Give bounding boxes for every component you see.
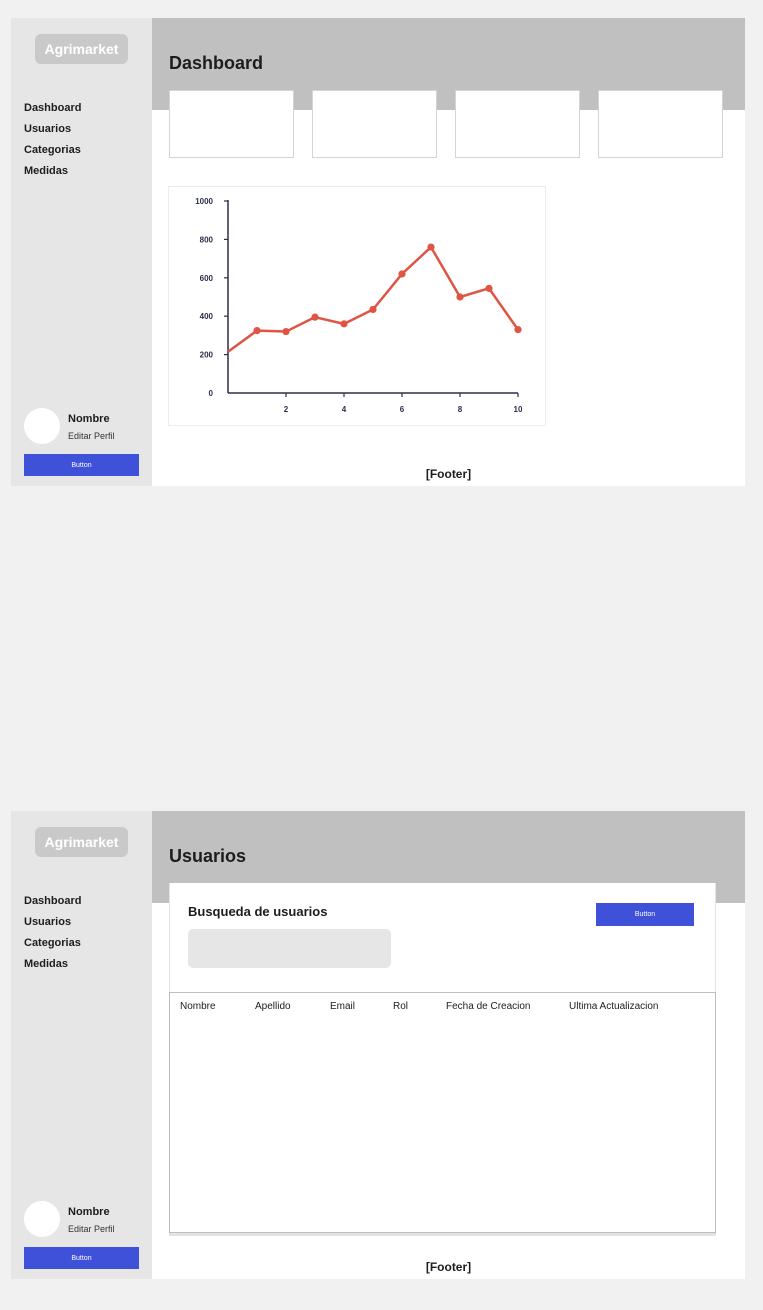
search-title: Busqueda de usuarios bbox=[188, 904, 328, 919]
search-section: Busqueda de usuarios Button bbox=[169, 883, 716, 993]
sidebar-nav: Dashboard Usuarios Categorias Medidas bbox=[24, 894, 81, 978]
avatar[interactable] bbox=[24, 1201, 60, 1237]
data-point[interactable] bbox=[369, 305, 377, 314]
column-header-apellido[interactable]: Apellido bbox=[255, 1001, 291, 1012]
profile-name: Nombre bbox=[68, 1206, 110, 1218]
line-chart: 0 200 400 600 800 1000 2 4 6 8 10 bbox=[195, 197, 523, 414]
x-tick-label: 6 bbox=[400, 405, 405, 414]
x-tick-label: 4 bbox=[342, 405, 347, 414]
y-tick-label: 400 bbox=[200, 312, 214, 321]
action-button[interactable]: Button bbox=[596, 903, 694, 926]
sidebar: Agrimarket Dashboard Usuarios Categorias… bbox=[11, 811, 152, 1279]
line-chart-card: 0 200 400 600 800 1000 2 4 6 8 10 bbox=[168, 186, 546, 426]
footer: [Footer] bbox=[425, 1260, 472, 1274]
y-tick-label: 1000 bbox=[195, 197, 213, 206]
data-point[interactable] bbox=[311, 313, 319, 321]
y-tick-label: 200 bbox=[200, 351, 214, 360]
brand-logo[interactable]: Agrimarket bbox=[35, 827, 128, 857]
data-point[interactable] bbox=[427, 243, 435, 251]
column-header-fecha-creacion[interactable]: Fecha de Creacion bbox=[446, 1001, 531, 1012]
data-point[interactable] bbox=[253, 327, 261, 335]
data-point[interactable] bbox=[282, 327, 290, 336]
dashboard-screen: Agrimarket Dashboard Usuarios Categorias… bbox=[11, 18, 745, 486]
sidebar-item-medidas[interactable]: Medidas bbox=[24, 164, 81, 185]
data-point[interactable] bbox=[456, 293, 464, 301]
column-header-email[interactable]: Email bbox=[330, 1001, 355, 1012]
users-table: Nombre Apellido Email Rol Fecha de Creac… bbox=[169, 992, 716, 1233]
sidebar-button[interactable]: Button bbox=[24, 454, 139, 476]
data-point[interactable] bbox=[514, 326, 522, 334]
data-point[interactable] bbox=[485, 284, 493, 292]
data-point[interactable] bbox=[340, 320, 348, 328]
stat-card bbox=[312, 90, 437, 158]
table-divider bbox=[169, 1233, 716, 1236]
column-header-ultima-actualizacion[interactable]: Ultima Actualizacion bbox=[569, 1001, 658, 1012]
stat-card bbox=[169, 90, 294, 158]
page-title: Usuarios bbox=[169, 846, 247, 866]
page-title: Dashboard bbox=[169, 53, 264, 73]
stat-card bbox=[598, 90, 723, 158]
sidebar-item-usuarios[interactable]: Usuarios bbox=[24, 122, 81, 143]
sidebar: Agrimarket Dashboard Usuarios Categorias… bbox=[11, 18, 152, 486]
users-panel: Busqueda de usuarios Button Nombre Apell… bbox=[169, 883, 716, 1236]
x-tick-label: 8 bbox=[458, 405, 463, 414]
sidebar-item-medidas[interactable]: Medidas bbox=[24, 957, 81, 978]
edit-profile-link[interactable]: Editar Perfil bbox=[68, 431, 115, 441]
search-input[interactable] bbox=[188, 929, 391, 968]
brand-logo[interactable]: Agrimarket bbox=[35, 34, 128, 64]
y-tick-label: 600 bbox=[200, 274, 214, 283]
series-line bbox=[227, 245, 520, 353]
sidebar-item-categorias[interactable]: Categorias bbox=[24, 936, 81, 957]
avatar[interactable] bbox=[24, 408, 60, 444]
footer: [Footer] bbox=[425, 467, 472, 481]
profile-name: Nombre bbox=[68, 413, 110, 425]
sidebar-button[interactable]: Button bbox=[24, 1247, 139, 1269]
sidebar-item-dashboard[interactable]: Dashboard bbox=[24, 894, 81, 915]
x-tick-label: 2 bbox=[284, 405, 289, 414]
column-header-rol[interactable]: Rol bbox=[393, 1001, 408, 1012]
sidebar-item-categorias[interactable]: Categorias bbox=[24, 143, 81, 164]
stat-card bbox=[455, 90, 580, 158]
column-header-nombre[interactable]: Nombre bbox=[180, 1001, 216, 1012]
y-tick-label: 800 bbox=[200, 235, 214, 244]
x-tick-label: 10 bbox=[514, 405, 523, 414]
sidebar-nav: Dashboard Usuarios Categorias Medidas bbox=[24, 101, 81, 185]
y-tick-label: 0 bbox=[209, 389, 214, 398]
usuarios-screen: Agrimarket Dashboard Usuarios Categorias… bbox=[11, 811, 745, 1279]
sidebar-item-dashboard[interactable]: Dashboard bbox=[24, 101, 81, 122]
data-point[interactable] bbox=[398, 270, 406, 278]
sidebar-item-usuarios[interactable]: Usuarios bbox=[24, 915, 81, 936]
edit-profile-link[interactable]: Editar Perfil bbox=[68, 1224, 115, 1234]
